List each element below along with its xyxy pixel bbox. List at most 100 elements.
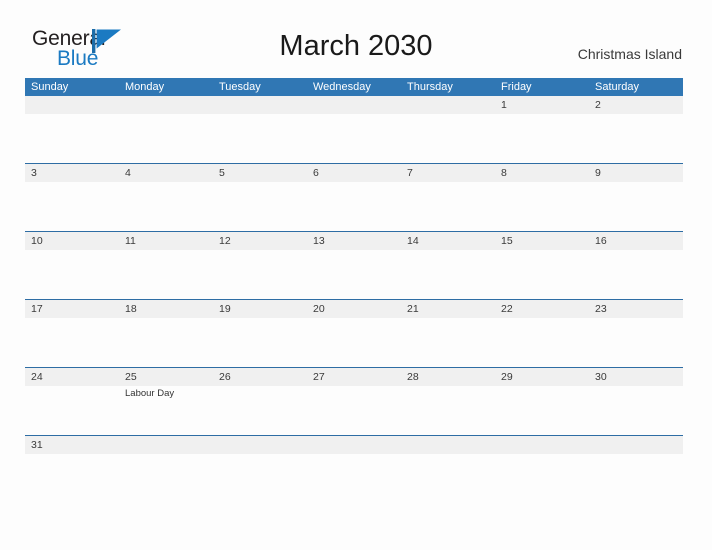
day-cell-3[interactable]: 3: [25, 164, 119, 231]
day-events: [25, 114, 119, 115]
weekday-header-sunday: Sunday: [31, 81, 69, 93]
day-events: [25, 250, 119, 251]
day-events: [495, 250, 589, 251]
day-cell-24[interactable]: 24: [25, 368, 119, 435]
calendar-week-row: 10 11 12 13 14 15 16: [25, 231, 683, 299]
day-number: 19: [219, 303, 231, 315]
day-events: [401, 454, 495, 455]
day-cell-31[interactable]: 31: [25, 436, 119, 466]
day-cell-empty[interactable]: [589, 436, 683, 466]
day-cell-25[interactable]: 25 Labour Day: [119, 368, 213, 435]
day-cell-21[interactable]: 21: [401, 300, 495, 367]
day-cell-12[interactable]: 12: [213, 232, 307, 299]
day-number: 18: [125, 303, 137, 315]
day-number: [401, 436, 495, 454]
page-header: General Blue March 2030 Christmas Island: [0, 0, 712, 69]
day-number: [307, 96, 401, 114]
day-cell-empty[interactable]: [401, 436, 495, 466]
day-cell-1[interactable]: 1: [495, 96, 589, 163]
day-events: [119, 114, 213, 115]
day-number: 11: [125, 235, 136, 247]
day-cell-23[interactable]: 23: [589, 300, 683, 367]
day-number: [495, 436, 589, 454]
day-cell-6[interactable]: 6: [307, 164, 401, 231]
day-cell-empty[interactable]: [307, 436, 401, 466]
day-cell-27[interactable]: 27: [307, 368, 401, 435]
day-cell-22[interactable]: 22: [495, 300, 589, 367]
day-cell-20[interactable]: 20: [307, 300, 401, 367]
day-cell-11[interactable]: 11: [119, 232, 213, 299]
day-number: 23: [595, 303, 607, 315]
day-cell-8[interactable]: 8: [495, 164, 589, 231]
week-cells: 12: [25, 96, 683, 163]
day-cell-29[interactable]: 29: [495, 368, 589, 435]
day-cell-empty[interactable]: [401, 96, 495, 163]
day-cell-28[interactable]: 28: [401, 368, 495, 435]
day-events: [119, 454, 213, 455]
day-number: 6: [313, 167, 319, 179]
calendar-weeks: 1 2 3 4 5 6 7 8 9 10 11 12 13 14 15 16 17 18 19 20 21 22 23 24 2…: [25, 96, 683, 466]
day-events: [25, 454, 119, 455]
day-events: [213, 386, 307, 387]
day-cell-14[interactable]: 14: [401, 232, 495, 299]
day-cell-30[interactable]: 30: [589, 368, 683, 435]
day-cell-2[interactable]: 2: [589, 96, 683, 163]
day-events: [213, 114, 307, 115]
day-events: [495, 182, 589, 183]
weekday-header-row: Sunday Monday Tuesday Wednesday Thursday Frid…: [25, 78, 683, 96]
weekday-header-wednesday: Wednesday: [313, 81, 371, 93]
day-cell-17[interactable]: 17: [25, 300, 119, 367]
day-cell-13[interactable]: 13: [307, 232, 401, 299]
day-events: Labour Day: [119, 386, 213, 400]
day-events: [213, 454, 307, 455]
day-cell-4[interactable]: 4: [119, 164, 213, 231]
day-cell-empty[interactable]: [213, 96, 307, 163]
day-cell-15[interactable]: 15: [495, 232, 589, 299]
day-number: 24: [31, 371, 43, 383]
day-cell-empty[interactable]: [307, 96, 401, 163]
day-cell-empty[interactable]: [25, 96, 119, 163]
day-cell-9[interactable]: 9: [589, 164, 683, 231]
day-cell-19[interactable]: 19: [213, 300, 307, 367]
week-cells: 24 25 Labour Day 26 27 28 29 30: [25, 368, 683, 435]
week-cells: 3 4 5 6 7 8 9: [25, 164, 683, 231]
day-number: 7: [407, 167, 413, 179]
day-events: [307, 454, 401, 455]
day-events: [589, 454, 683, 455]
day-events: [119, 250, 213, 251]
day-number: [589, 436, 683, 454]
day-events: [213, 182, 307, 183]
calendar-week-row: 12: [25, 96, 683, 163]
day-cell-empty[interactable]: [213, 436, 307, 466]
day-cell-10[interactable]: 10: [25, 232, 119, 299]
day-events: [119, 318, 213, 319]
week-cells: 10 11 12 13 14 15 16: [25, 232, 683, 299]
day-cell-26[interactable]: 26: [213, 368, 307, 435]
day-events: [401, 182, 495, 183]
day-cell-empty[interactable]: [495, 436, 589, 466]
day-cell-16[interactable]: 16: [589, 232, 683, 299]
event-label[interactable]: Labour Day: [125, 387, 208, 400]
day-cell-5[interactable]: 5: [213, 164, 307, 231]
day-events: [307, 318, 401, 319]
day-number: 30: [595, 371, 607, 383]
day-events: [401, 318, 495, 319]
day-events: [25, 182, 119, 183]
day-events: [495, 114, 589, 115]
calendar-week-row: 24 25 Labour Day 26 27 28 29 30: [25, 367, 683, 435]
day-events: [589, 318, 683, 319]
week-cells: 17 18 19 20 21 22 23: [25, 300, 683, 367]
day-number: 10: [31, 235, 43, 247]
day-cell-empty[interactable]: [119, 436, 213, 466]
day-events: [589, 114, 683, 115]
day-cell-7[interactable]: 7: [401, 164, 495, 231]
day-number: [213, 436, 307, 454]
day-number: 20: [313, 303, 325, 315]
day-number: [401, 96, 495, 114]
calendar-week-row: 17 18 19 20 21 22 23: [25, 299, 683, 367]
day-cell-empty[interactable]: [119, 96, 213, 163]
day-events: [25, 318, 119, 319]
day-events: [401, 114, 495, 115]
location-label: Christmas Island: [577, 46, 682, 62]
day-cell-18[interactable]: 18: [119, 300, 213, 367]
